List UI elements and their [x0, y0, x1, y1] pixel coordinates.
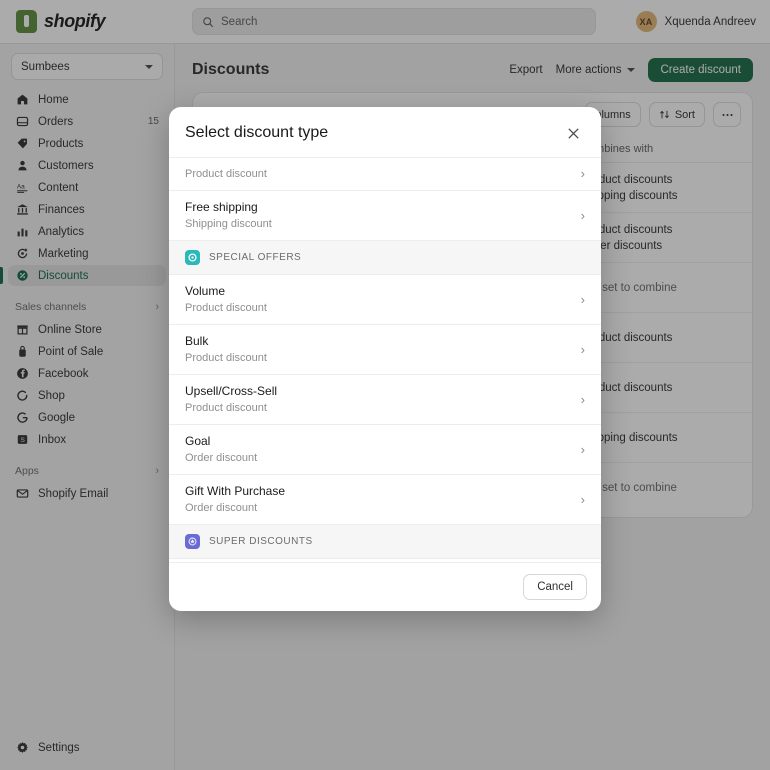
option-title: Free shipping — [185, 200, 272, 215]
super-discounts-icon — [185, 534, 200, 549]
option-texts: Free shipping Shipping discount — [185, 200, 272, 231]
chevron-right-icon: › — [581, 208, 585, 223]
option-texts: Volume Product discount — [185, 284, 267, 315]
chevron-right-icon: › — [581, 342, 585, 357]
option-subtitle: Shipping discount — [185, 217, 272, 231]
discount-option-buy-x-get-y[interactable]: Product discount › — [169, 157, 601, 190]
option-texts: Goal Order discount — [185, 434, 257, 465]
option-texts: Bulk Product discount — [185, 334, 267, 365]
discount-type-list[interactable]: Product discount › Free shipping Shippin… — [169, 157, 601, 562]
chevron-right-icon: › — [581, 492, 585, 507]
group-label: SUPER DISCOUNTS — [209, 536, 313, 547]
option-title: Bulk — [185, 334, 267, 349]
chevron-right-icon: › — [581, 442, 585, 457]
discount-option-free-shipping[interactable]: Free shipping Shipping discount › — [169, 190, 601, 240]
special-offers-icon — [185, 250, 200, 265]
option-title: Gift With Purchase — [185, 484, 285, 499]
discount-option-volume[interactable]: Volume Product discount › — [169, 274, 601, 324]
modal-header: Select discount type — [169, 107, 601, 157]
option-texts: Product discount — [185, 167, 267, 181]
discount-option-bulk-discounts[interactable]: Bulk discounts Product discount › — [169, 558, 601, 562]
option-subtitle: Product discount — [185, 401, 277, 415]
option-title: Volume — [185, 284, 267, 299]
option-texts: Gift With Purchase Order discount — [185, 484, 285, 515]
chevron-right-icon: › — [581, 166, 585, 181]
option-texts: Upsell/Cross-Sell Product discount — [185, 384, 277, 415]
option-subtitle: Order discount — [185, 451, 257, 465]
discount-option-bulk[interactable]: Bulk Product discount › — [169, 324, 601, 374]
discount-option-upsell-cross-sell[interactable]: Upsell/Cross-Sell Product discount › — [169, 374, 601, 424]
select-discount-type-modal: Select discount type Product discount › … — [169, 107, 601, 611]
option-subtitle: Product discount — [185, 167, 267, 181]
cancel-button[interactable]: Cancel — [523, 574, 587, 600]
group-header-special-offers: SPECIAL OFFERS — [169, 240, 601, 274]
chevron-right-icon: › — [581, 392, 585, 407]
modal-title: Select discount type — [185, 124, 328, 142]
option-subtitle: Product discount — [185, 351, 267, 365]
option-subtitle: Product discount — [185, 301, 267, 315]
option-title: Upsell/Cross-Sell — [185, 384, 277, 399]
group-header-super-discounts: SUPER DISCOUNTS — [169, 524, 601, 558]
app-root: shopify Search XA Xquenda Andreev Sumbee… — [0, 0, 770, 770]
group-label: SPECIAL OFFERS — [209, 252, 301, 263]
option-title: Goal — [185, 434, 257, 449]
option-subtitle: Order discount — [185, 501, 285, 515]
close-icon[interactable] — [563, 123, 583, 143]
chevron-right-icon: › — [581, 292, 585, 307]
modal-footer: Cancel — [169, 562, 601, 611]
discount-option-goal[interactable]: Goal Order discount › — [169, 424, 601, 474]
discount-option-gift-with-purchase[interactable]: Gift With Purchase Order discount › — [169, 474, 601, 524]
